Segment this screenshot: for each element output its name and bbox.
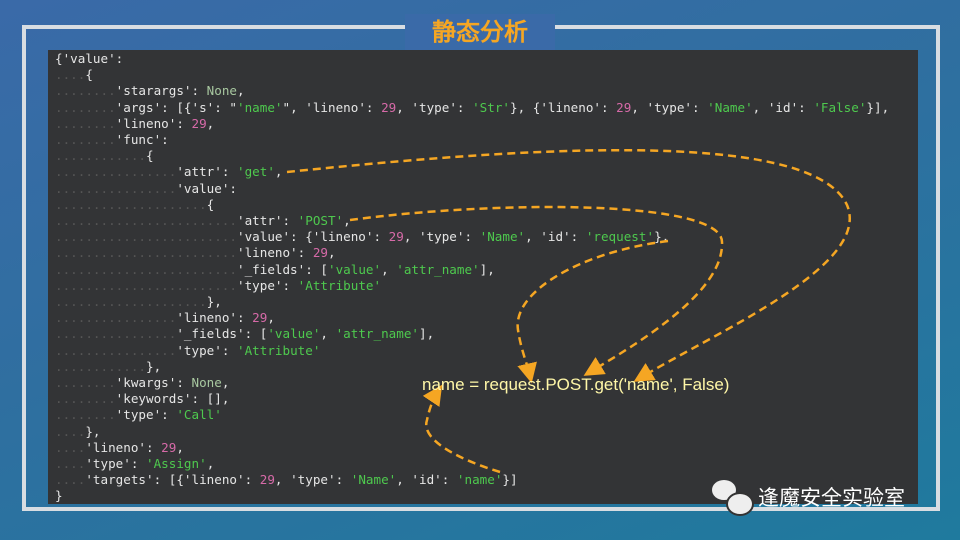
wechat-icon (712, 480, 754, 516)
brand-watermark: 逢魔安全实验室 (712, 480, 905, 516)
arrow-name (422, 384, 501, 474)
arrows-overlay (286, 148, 851, 474)
arrow-post (349, 205, 724, 376)
source-expression: name = request.POST.get('name', False) (422, 375, 730, 394)
arrow-get (286, 148, 851, 382)
brand-name: 逢魔安全实验室 (758, 486, 905, 510)
arrow-request (516, 239, 669, 384)
